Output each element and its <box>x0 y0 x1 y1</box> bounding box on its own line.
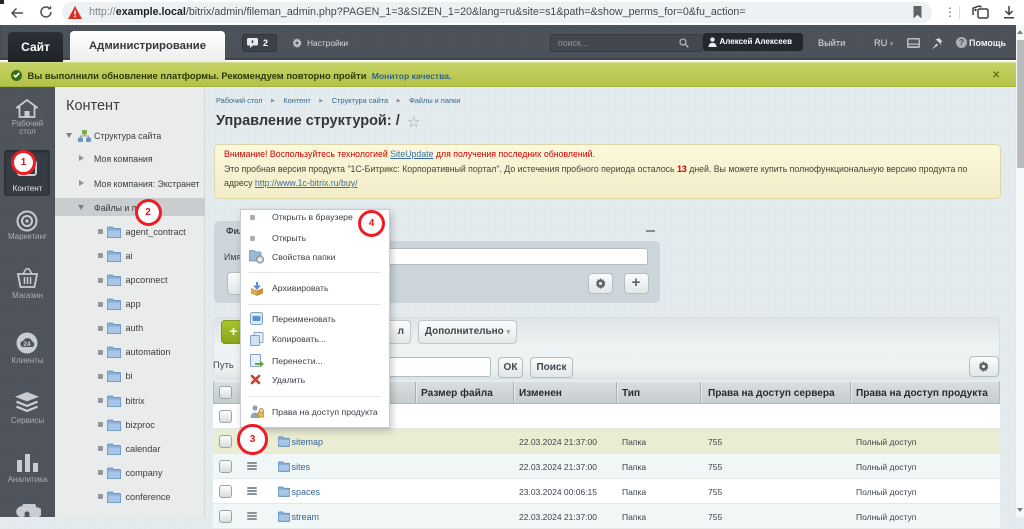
svg-text:24: 24 <box>23 341 31 348</box>
